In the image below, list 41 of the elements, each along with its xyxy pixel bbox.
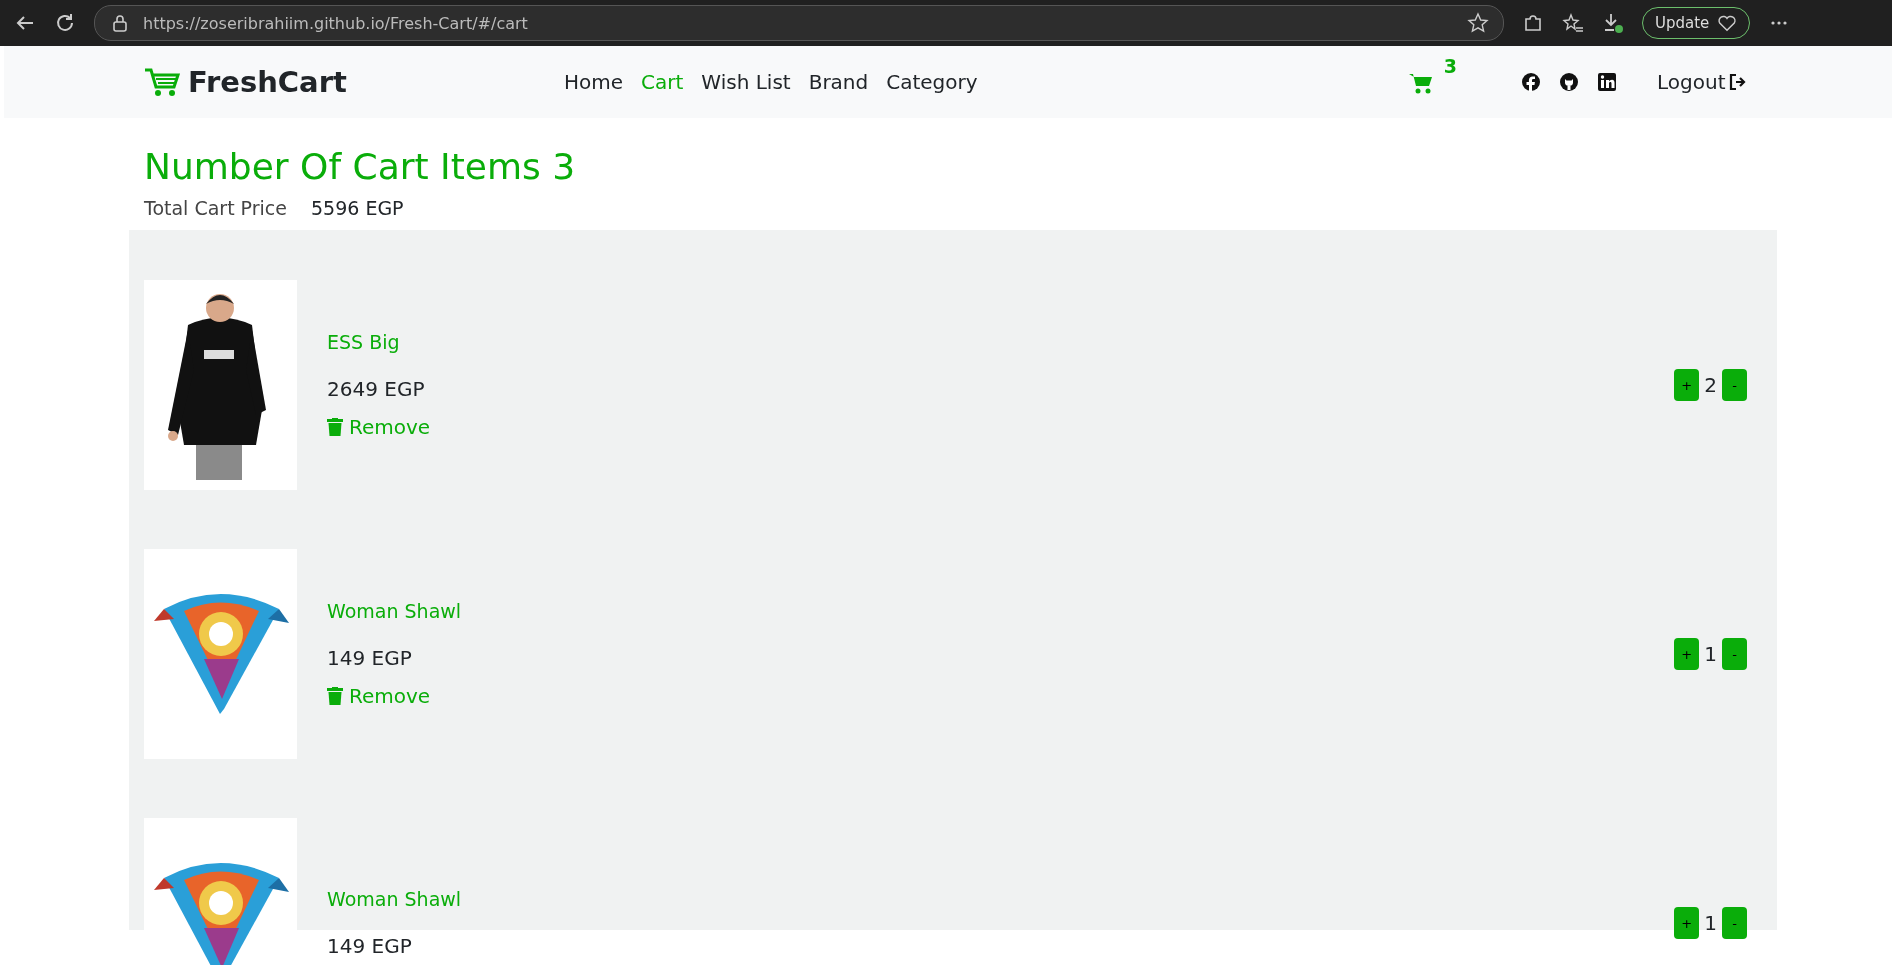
increase-button[interactable]: + bbox=[1674, 907, 1700, 939]
download-icon[interactable] bbox=[1602, 12, 1624, 34]
nav-link[interactable]: Wish List bbox=[701, 70, 791, 94]
nav-link[interactable]: Home bbox=[564, 70, 624, 94]
product-price: 149 EGP bbox=[327, 646, 412, 670]
cart-icon[interactable] bbox=[1409, 73, 1433, 95]
product-name: Woman Shawl bbox=[327, 600, 462, 622]
star-icon[interactable] bbox=[1467, 12, 1489, 34]
decrease-button[interactable]: - bbox=[1722, 369, 1747, 401]
decrease-button[interactable]: - bbox=[1722, 638, 1747, 670]
brand-name[interactable]: FreshCart bbox=[188, 65, 347, 99]
trash-icon bbox=[327, 418, 343, 436]
github-icon[interactable] bbox=[1559, 72, 1579, 92]
heart-icon bbox=[1717, 13, 1738, 33]
product-price: 2649 EGP bbox=[327, 377, 425, 401]
update-button[interactable]: Update bbox=[1642, 7, 1751, 39]
increase-button[interactable]: + bbox=[1674, 638, 1700, 670]
favorites-icon[interactable] bbox=[1562, 12, 1584, 34]
trash-icon bbox=[327, 687, 343, 705]
cart-heading: Number Of Cart Items 3 bbox=[144, 146, 577, 187]
logout-icon bbox=[1729, 73, 1748, 91]
nav-link[interactable]: Brand bbox=[808, 70, 869, 94]
quantity: 2 bbox=[1704, 373, 1717, 397]
product-name: Woman Shawl bbox=[327, 888, 462, 910]
cart-count: 3 bbox=[1443, 55, 1457, 77]
reload-icon[interactable] bbox=[54, 12, 76, 34]
nav-link[interactable]: Category bbox=[886, 70, 978, 94]
facebook-icon[interactable] bbox=[1521, 72, 1541, 92]
address-bar[interactable]: https://zoseribrahiim.github.io/Fresh-Cart/#/cart bbox=[94, 5, 1504, 41]
url-text: https://zoseribrahiim.github.io/Fresh-Cart/#/cart bbox=[143, 13, 529, 33]
cart-logo-icon bbox=[144, 67, 180, 97]
quantity: 1 bbox=[1704, 911, 1717, 935]
logout-button[interactable]: Logout bbox=[1657, 70, 1748, 94]
total-price: 5596 EGP bbox=[311, 197, 404, 219]
decrease-button[interactable]: - bbox=[1722, 907, 1747, 939]
product-price: 149 EGP bbox=[327, 934, 412, 958]
quantity: 1 bbox=[1704, 642, 1717, 666]
linkedin-icon[interactable] bbox=[1597, 72, 1617, 92]
increase-button[interactable]: + bbox=[1674, 369, 1700, 401]
product-name: ESS Big bbox=[327, 331, 400, 353]
total-label: Total Cart Price bbox=[144, 197, 287, 219]
